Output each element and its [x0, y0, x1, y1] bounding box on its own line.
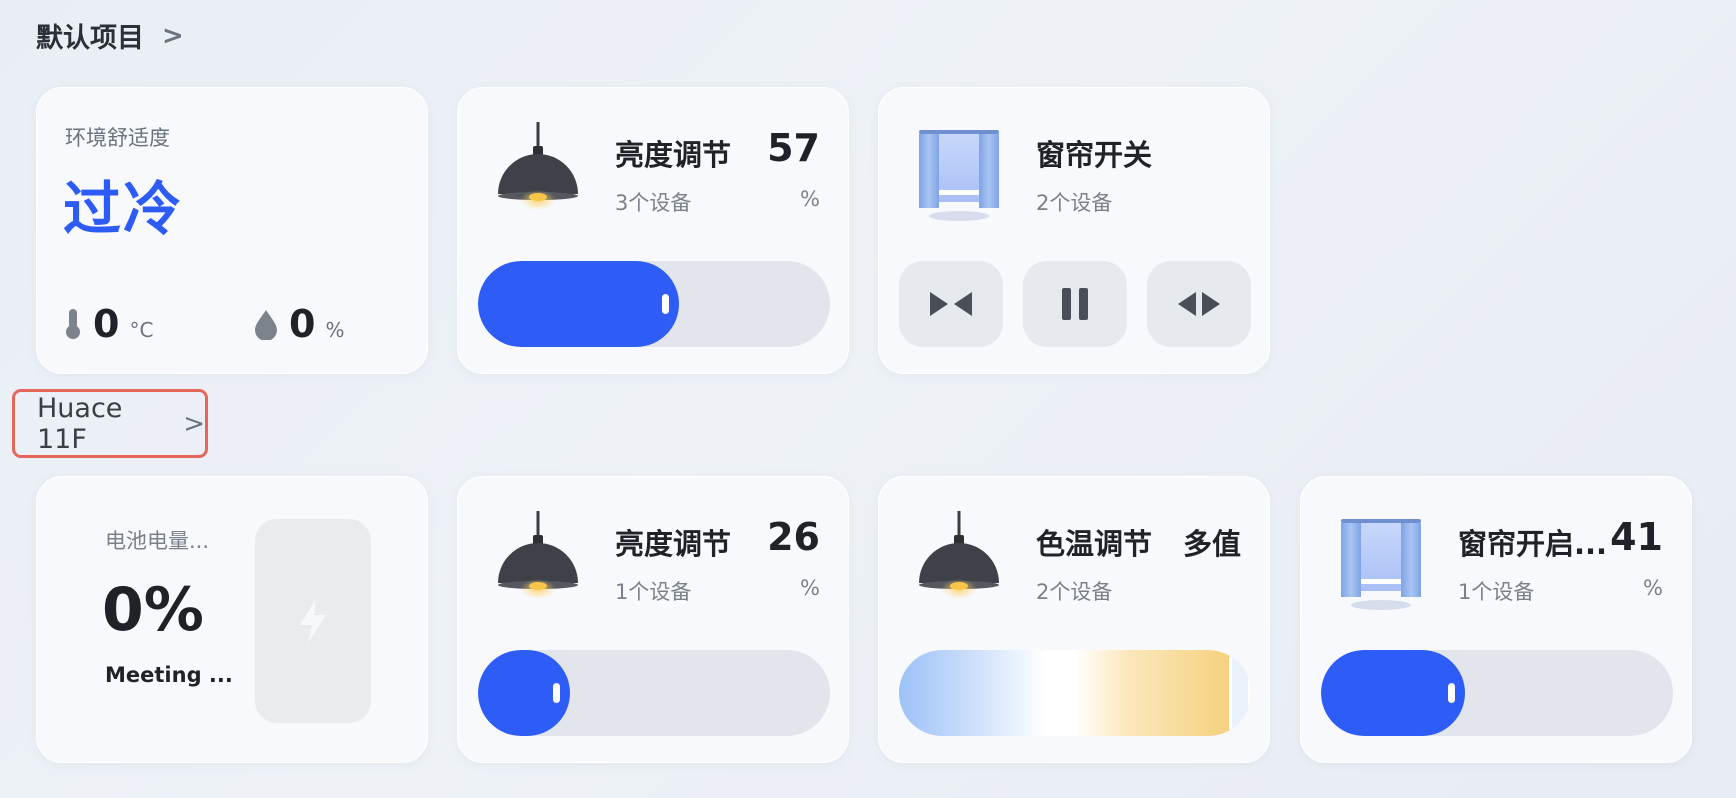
close-curtain-icon [930, 292, 972, 316]
pendant-lamp-icon [488, 118, 588, 228]
device-count: 2个设备 [1036, 580, 1113, 604]
water-drop-icon [255, 310, 277, 340]
slider-fill [478, 261, 679, 347]
battery-label: 电池电量... [105, 529, 210, 553]
chevron-right-icon: > [162, 20, 184, 51]
curtain-opening-slider[interactable] [1321, 650, 1673, 736]
color-temperature-slider[interactable] [899, 650, 1251, 736]
device-count: 3个设备 [615, 191, 692, 215]
section-title-huace-11f[interactable]: Huace 11F > [12, 389, 208, 458]
brightness-slider[interactable] [478, 650, 830, 736]
curtain-switch-card[interactable]: 窗帘开关 2个设备 [878, 87, 1270, 374]
temperature-unit: °C [129, 318, 154, 342]
comfort-card[interactable]: 环境舒适度 过冷 0 °C 0 % [36, 87, 428, 374]
device-count: 2个设备 [1036, 191, 1113, 215]
pendant-lamp-icon [909, 507, 1009, 617]
temperature-metric: 0 °C [63, 302, 153, 346]
battery-card[interactable]: 电池电量... 0% Meeting ... [36, 476, 428, 763]
curtain-pause-button[interactable] [1023, 261, 1127, 347]
lightning-bolt-icon [300, 599, 326, 643]
battery-device-name: Meeting ... [105, 663, 233, 687]
slider-fill [1321, 650, 1466, 736]
battery-level-box [255, 519, 371, 723]
pause-icon [1062, 288, 1088, 320]
brightness-slider[interactable] [478, 261, 830, 347]
curtain-open-button[interactable] [1147, 261, 1251, 347]
comfort-label: 环境舒适度 [65, 126, 170, 150]
section-title-text: 默认项目 [36, 23, 144, 54]
curtain-opening-card[interactable]: 窗帘开启... 1个设备 41 % [1300, 476, 1692, 763]
slider-fill [478, 650, 570, 736]
brightness-card-1[interactable]: 亮度调节 3个设备 57 % [457, 87, 849, 374]
humidity-metric: 0 % [253, 302, 344, 346]
device-name: 窗帘开启... [1458, 527, 1608, 561]
curtain-icon [909, 118, 1009, 228]
device-count: 1个设备 [1458, 580, 1535, 604]
brightness-unit: % [800, 187, 820, 211]
brightness-value: 26 [767, 515, 820, 559]
comfort-value: 过冷 [63, 175, 184, 243]
device-name: 亮度调节 [615, 527, 732, 561]
device-count: 1个设备 [615, 580, 692, 604]
section-title-text: Huace 11F [37, 392, 123, 455]
curtain-opening-unit: % [1643, 576, 1663, 600]
device-name: 窗帘开关 [1036, 138, 1153, 172]
slider-thumb[interactable] [1229, 650, 1251, 736]
curtain-opening-value: 41 [1610, 515, 1663, 559]
curtain-icon [1331, 507, 1431, 617]
thermometer-icon [66, 309, 80, 339]
pendant-lamp-icon [488, 507, 588, 617]
humidity-unit: % [325, 318, 345, 342]
brightness-card-2[interactable]: 亮度调节 1个设备 26 % [457, 476, 849, 763]
color-temperature-card[interactable]: 色温调节 2个设备 多值 [878, 476, 1270, 763]
humidity-value: 0 [289, 302, 316, 346]
device-name: 亮度调节 [615, 138, 732, 172]
chevron-right-icon: > [183, 408, 205, 439]
brightness-unit: % [800, 576, 820, 600]
curtain-close-button[interactable] [899, 261, 1003, 347]
color-temperature-value: 多值 [1182, 527, 1241, 561]
temperature-value: 0 [93, 302, 120, 346]
open-curtain-icon [1178, 292, 1220, 316]
section-title-default-project[interactable]: 默认项目 > [36, 16, 184, 55]
battery-value: 0% [102, 575, 204, 645]
device-name: 色温调节 [1036, 527, 1153, 561]
brightness-value: 57 [767, 126, 820, 170]
